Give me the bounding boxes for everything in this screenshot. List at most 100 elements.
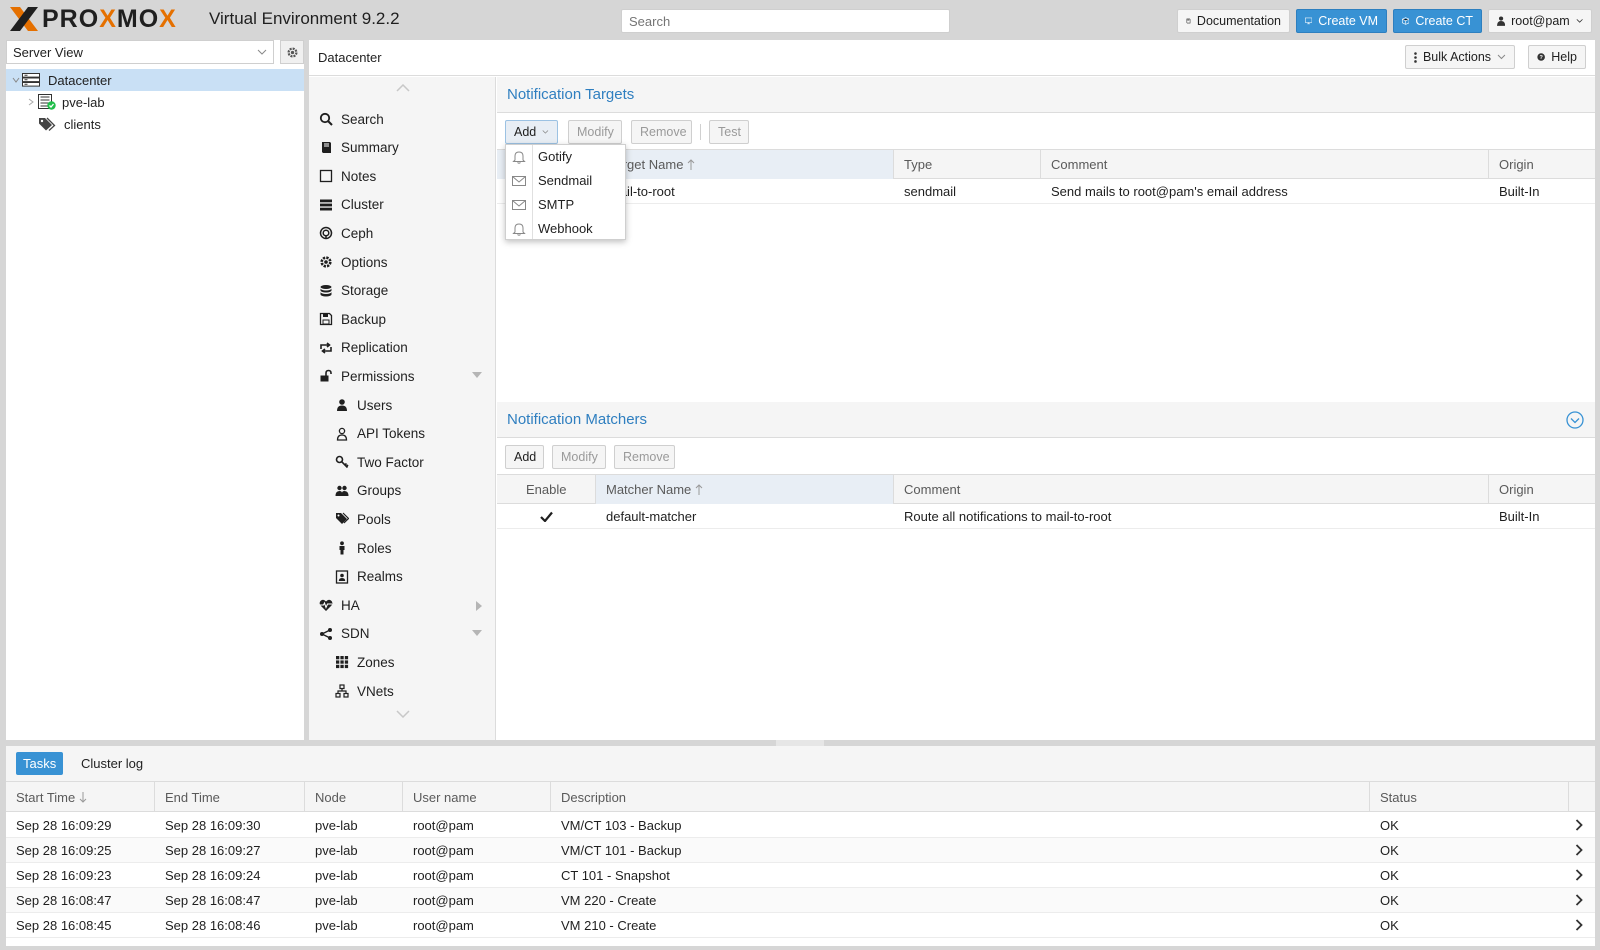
nav-item-two-factor[interactable]: Two Factor xyxy=(309,448,496,476)
targets-remove-button[interactable]: Remove xyxy=(631,120,692,144)
tree-expander-icon[interactable] xyxy=(12,76,20,84)
nav-item-ceph[interactable]: Ceph xyxy=(309,219,496,247)
nav-item-options[interactable]: Options xyxy=(309,248,496,276)
expand-right-icon[interactable] xyxy=(476,601,482,612)
book-icon xyxy=(319,141,333,155)
nav-item-permissions[interactable]: Permissions xyxy=(309,362,496,390)
bulk-actions-button[interactable]: Bulk Actions xyxy=(1405,45,1515,69)
table-row[interactable]: Sep 28 16:08:47 Sep 28 16:08:47 pve-lab roo… xyxy=(6,888,1595,913)
matchers-remove-button[interactable]: Remove xyxy=(614,445,675,469)
help-button[interactable]: ? Help xyxy=(1528,45,1586,69)
nav-item-replication[interactable]: Replication xyxy=(309,334,496,362)
view-settings-button[interactable] xyxy=(280,40,304,64)
task-start-time-cell: Sep 28 16:09:29 xyxy=(16,818,112,833)
matchers-modify-button[interactable]: Modify xyxy=(552,445,606,469)
nav-item-label: Replication xyxy=(341,340,408,356)
documentation-label: Documentation xyxy=(1196,14,1281,28)
task-user-cell: root@pam xyxy=(413,868,474,883)
column-header-end-time[interactable]: End Time xyxy=(155,782,305,812)
breadcrumb: Datacenter xyxy=(318,50,382,65)
chevron-right-icon[interactable] xyxy=(1575,919,1583,931)
nav-item-search[interactable]: Search xyxy=(309,105,496,133)
column-header-matcher-name[interactable]: Matcher Name xyxy=(596,475,894,504)
tree-expander-icon[interactable] xyxy=(28,98,34,106)
column-header-start-time[interactable]: Start Time xyxy=(6,782,155,812)
task-end-time-cell: Sep 28 16:09:27 xyxy=(165,843,261,858)
task-node-cell: pve-lab xyxy=(315,893,358,908)
user-menu-button[interactable]: root@pam xyxy=(1488,9,1592,33)
nav-item-vnets[interactable]: VNets xyxy=(309,677,496,705)
column-header-origin[interactable]: Origin xyxy=(1489,475,1595,504)
table-row[interactable]: Sep 28 16:09:25 Sep 28 16:09:27 pve-lab roo… xyxy=(6,838,1595,863)
nav-item-storage[interactable]: Storage xyxy=(309,277,496,305)
column-header-status[interactable]: Status xyxy=(1370,782,1569,812)
server-view-select[interactable]: Server View xyxy=(6,40,274,64)
documentation-button[interactable]: Documentation xyxy=(1177,9,1290,33)
nav-item-label: Pools xyxy=(357,511,391,527)
nav-item-summary[interactable]: Summary xyxy=(309,134,496,162)
column-header-enable[interactable]: Enable xyxy=(497,475,596,504)
targets-modify-button[interactable]: Modify xyxy=(568,120,622,144)
table-row[interactable]: Sep 28 16:08:45 Sep 28 16:08:46 pve-lab roo… xyxy=(6,913,1595,938)
chevron-right-icon[interactable] xyxy=(1575,819,1583,831)
target-type-cell: sendmail xyxy=(904,184,957,199)
task-description-cell: VM/CT 101 - Backup xyxy=(561,843,682,858)
chevron-down-icon xyxy=(1576,19,1583,23)
table-row[interactable]: mail-to-root sendmail Send mails to root… xyxy=(497,179,1595,204)
tags-icon xyxy=(39,117,56,131)
column-header-origin[interactable]: Origin xyxy=(1489,150,1595,179)
book-icon xyxy=(1186,18,1191,24)
collapse-panel-icon[interactable] xyxy=(1566,411,1584,429)
tree-node-datacenter[interactable]: Datacenter xyxy=(6,69,304,91)
nav-item-sdn[interactable]: SDN xyxy=(309,620,496,648)
chevron-right-icon[interactable] xyxy=(1575,869,1583,881)
menu-item-sendmail[interactable]: Sendmail xyxy=(506,169,625,193)
column-header-type[interactable]: Type xyxy=(894,150,1041,179)
chevron-right-icon[interactable] xyxy=(1575,894,1583,906)
nav-item-users[interactable]: Users xyxy=(309,391,496,419)
nav-item-zones[interactable]: Zones xyxy=(309,648,496,676)
expand-down-icon[interactable] xyxy=(472,629,482,636)
chevron-right-icon[interactable] xyxy=(1575,844,1583,856)
column-header-user-name[interactable]: User name xyxy=(403,782,551,812)
nav-scroll-down-icon[interactable] xyxy=(396,710,410,718)
table-row[interactable]: default-matcher Route all notifications … xyxy=(497,504,1595,529)
matcher-enable-cell[interactable] xyxy=(497,504,596,529)
resource-tree-panel: Server View Datacenter pve-lab clients xyxy=(6,40,304,740)
nav-item-roles[interactable]: Roles xyxy=(309,534,496,562)
column-header-comment[interactable]: Comment xyxy=(894,475,1489,504)
search-input[interactable] xyxy=(621,9,950,33)
menu-item-smtp[interactable]: SMTP xyxy=(506,193,625,217)
column-header-comment[interactable]: Comment xyxy=(1041,150,1489,179)
menu-item-webhook[interactable]: Webhook xyxy=(506,217,625,241)
column-header-node[interactable]: Node xyxy=(305,782,403,812)
nav-item-ha[interactable]: HA xyxy=(309,591,496,619)
nav-item-pools[interactable]: Pools xyxy=(309,505,496,533)
nav-item-realms[interactable]: Realms xyxy=(309,563,496,591)
tab-tasks[interactable]: Tasks xyxy=(16,752,64,775)
column-header-description[interactable]: Description xyxy=(551,782,1370,812)
nav-item-groups[interactable]: Groups xyxy=(309,477,496,505)
targets-test-button[interactable]: Test xyxy=(709,120,749,144)
tab-cluster-log[interactable]: Cluster log xyxy=(74,752,150,775)
nav-item-api-tokens[interactable]: API Tokens xyxy=(309,420,496,448)
table-row[interactable]: Sep 28 16:09:29 Sep 28 16:09:30 pve-lab roo… xyxy=(6,813,1595,838)
table-row[interactable]: Sep 28 16:09:23 Sep 28 16:09:24 pve-lab roo… xyxy=(6,863,1595,888)
tree-node-clients[interactable]: clients xyxy=(6,113,304,135)
nav-item-backup[interactable]: Backup xyxy=(309,305,496,333)
matchers-add-button[interactable]: Add xyxy=(505,445,544,469)
bell-icon xyxy=(512,223,526,236)
create-vm-label: Create VM xyxy=(1318,14,1378,28)
menu-item-gotify[interactable]: Gotify xyxy=(506,145,625,169)
nav-item-notes[interactable]: Notes xyxy=(309,162,496,190)
task-status-cell: OK xyxy=(1380,818,1399,833)
nav-item-cluster[interactable]: Cluster xyxy=(309,191,496,219)
nav-scroll-up-icon[interactable] xyxy=(396,84,410,92)
expand-down-icon[interactable] xyxy=(472,372,482,379)
bottom-log-panel: Tasks Cluster log Start Time End Time No… xyxy=(6,746,1595,946)
create-vm-button[interactable]: Create VM xyxy=(1296,9,1387,33)
targets-add-button[interactable]: Add xyxy=(505,120,558,144)
ceph-icon xyxy=(319,226,333,240)
create-ct-button[interactable]: Create CT xyxy=(1393,9,1482,33)
tree-node-pve-lab[interactable]: pve-lab xyxy=(6,91,304,113)
